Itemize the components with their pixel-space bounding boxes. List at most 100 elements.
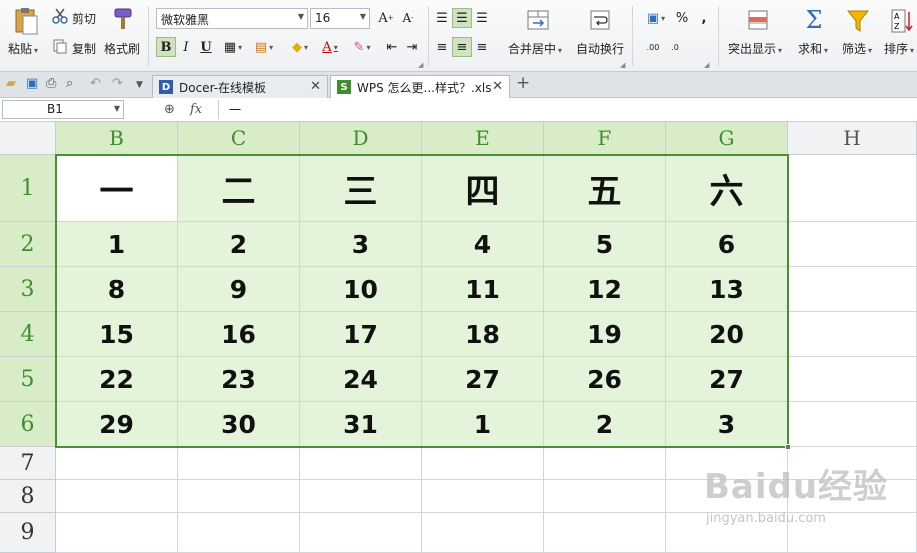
borders-icon[interactable]: ▦ (220, 37, 246, 57)
zoom-search-icon[interactable]: ⊕ (164, 102, 175, 117)
merge-center-icon[interactable] (526, 8, 550, 32)
cell-h3[interactable] (788, 267, 917, 312)
cut-button[interactable]: 剪切 (72, 10, 96, 27)
cell-c2[interactable]: 2 (178, 222, 300, 267)
row-header-9[interactable]: 9 (0, 513, 56, 553)
cell-g4[interactable]: 20 (666, 312, 788, 357)
align-left-icon[interactable]: ≡ (432, 37, 452, 57)
number-dialog-launcher-icon[interactable]: ◢ (704, 61, 709, 69)
indent-decrease-icon[interactable]: ⇤ (382, 37, 402, 57)
cell-b3[interactable]: 8 (56, 267, 178, 312)
cell-h4[interactable] (788, 312, 917, 357)
column-header-e[interactable]: E (422, 122, 544, 155)
font-size-select[interactable]: 16 ▼ (310, 8, 370, 29)
sort-button[interactable]: 排序 (884, 40, 914, 57)
cell-d6[interactable]: 31 (300, 402, 422, 447)
customize-toolbar-icon[interactable]: ▼ (136, 80, 143, 90)
number-format-icon[interactable]: ▣ (642, 8, 670, 28)
cell-e2[interactable]: 4 (422, 222, 544, 267)
cell-c7[interactable] (178, 447, 300, 480)
align-center-icon[interactable]: ≡ (452, 37, 472, 57)
cell-d3[interactable]: 10 (300, 267, 422, 312)
underline-button[interactable]: U (196, 37, 216, 57)
bold-button[interactable]: B (156, 37, 176, 57)
row-header-8[interactable]: 8 (0, 480, 56, 513)
cell-e5[interactable]: 27 (422, 357, 544, 402)
row-header-2[interactable]: 2 (0, 222, 56, 267)
format-painter-icon[interactable] (110, 6, 136, 34)
align-bottom-icon[interactable]: ☰ (472, 8, 492, 28)
cell-d4[interactable]: 17 (300, 312, 422, 357)
cell-b6[interactable]: 29 (56, 402, 178, 447)
print-preview-icon[interactable]: ⌕ (66, 76, 73, 91)
print-icon[interactable]: ⎙ (46, 76, 56, 91)
cell-d8[interactable] (300, 480, 422, 513)
cell-c9[interactable] (178, 513, 300, 553)
cell-g5[interactable]: 27 (666, 357, 788, 402)
cell-g2[interactable]: 6 (666, 222, 788, 267)
column-header-d[interactable]: D (300, 122, 422, 155)
increase-font-icon[interactable]: A + (376, 8, 396, 28)
cell-d9[interactable] (300, 513, 422, 553)
new-tab-icon[interactable]: + (516, 73, 530, 93)
tab-spreadsheet[interactable]: S WPS 怎么更...样式？.xls ✕ (330, 75, 510, 98)
paste-button[interactable]: 粘贴 (8, 40, 38, 57)
row-header-6[interactable]: 6 (0, 402, 56, 447)
cell-c5[interactable]: 23 (178, 357, 300, 402)
fill-handle[interactable] (785, 444, 791, 450)
percent-button[interactable]: % (672, 8, 692, 28)
cell-style-icon[interactable]: ▤ (250, 37, 278, 57)
font-dialog-launcher-icon[interactable]: ◢ (418, 61, 423, 69)
cell-b4[interactable]: 15 (56, 312, 178, 357)
cell-e9[interactable] (422, 513, 544, 553)
name-box[interactable]: B1 ▼ (2, 100, 124, 119)
cell-h6[interactable] (788, 402, 917, 447)
cell-f7[interactable] (544, 447, 666, 480)
row-header-3[interactable]: 3 (0, 267, 56, 312)
cell-b7[interactable] (56, 447, 178, 480)
sum-button[interactable]: 求和 (798, 40, 828, 57)
paste-icon[interactable] (12, 6, 40, 36)
cell-b2[interactable]: 1 (56, 222, 178, 267)
cell-e3[interactable]: 11 (422, 267, 544, 312)
format-painter-button[interactable]: 格式刷 (104, 40, 140, 57)
cell-h1[interactable] (788, 155, 917, 222)
wrap-text-button[interactable]: 自动换行 (576, 40, 624, 57)
cell-g1[interactable]: 六 (666, 155, 788, 222)
font-color-icon[interactable]: A (316, 37, 344, 57)
sum-icon[interactable]: Σ (802, 6, 826, 34)
cell-c3[interactable]: 9 (178, 267, 300, 312)
select-all-corner[interactable] (0, 122, 56, 155)
cell-d7[interactable] (300, 447, 422, 480)
alignment-dialog-launcher-icon[interactable]: ◢ (620, 61, 625, 69)
filter-button[interactable]: 筛选 (842, 40, 872, 57)
cell-h5[interactable] (788, 357, 917, 402)
cell-b9[interactable] (56, 513, 178, 553)
cell-e4[interactable]: 18 (422, 312, 544, 357)
cell-f6[interactable]: 2 (544, 402, 666, 447)
highlight-icon[interactable] (746, 8, 770, 32)
align-middle-icon[interactable]: ☰ (452, 8, 472, 28)
cell-e6[interactable]: 1 (422, 402, 544, 447)
align-right-icon[interactable]: ≡ (472, 37, 492, 57)
undo-icon[interactable]: ↶ (90, 76, 101, 91)
cell-e8[interactable] (422, 480, 544, 513)
row-header-4[interactable]: 4 (0, 312, 56, 357)
wrap-text-icon[interactable] (588, 8, 612, 32)
close-tab-icon[interactable]: ✕ (310, 79, 321, 94)
copy-button[interactable]: 复制 (72, 40, 96, 57)
highlight-button[interactable]: 突出显示 (728, 40, 782, 57)
cell-d5[interactable]: 24 (300, 357, 422, 402)
cell-d1[interactable]: 三 (300, 155, 422, 222)
cell-c1[interactable]: 二 (178, 155, 300, 222)
cell-f3[interactable]: 12 (544, 267, 666, 312)
open-folder-icon[interactable]: ▰ (6, 76, 16, 91)
align-top-icon[interactable]: ☰ (432, 8, 452, 28)
cell-g6[interactable]: 3 (666, 402, 788, 447)
comma-button[interactable]: , (694, 8, 714, 28)
formula-input[interactable]: 一 (218, 100, 917, 119)
column-header-g[interactable]: G (666, 122, 788, 155)
decrease-font-icon[interactable]: A- (398, 8, 418, 28)
cell-c4[interactable]: 16 (178, 312, 300, 357)
cell-f2[interactable]: 5 (544, 222, 666, 267)
